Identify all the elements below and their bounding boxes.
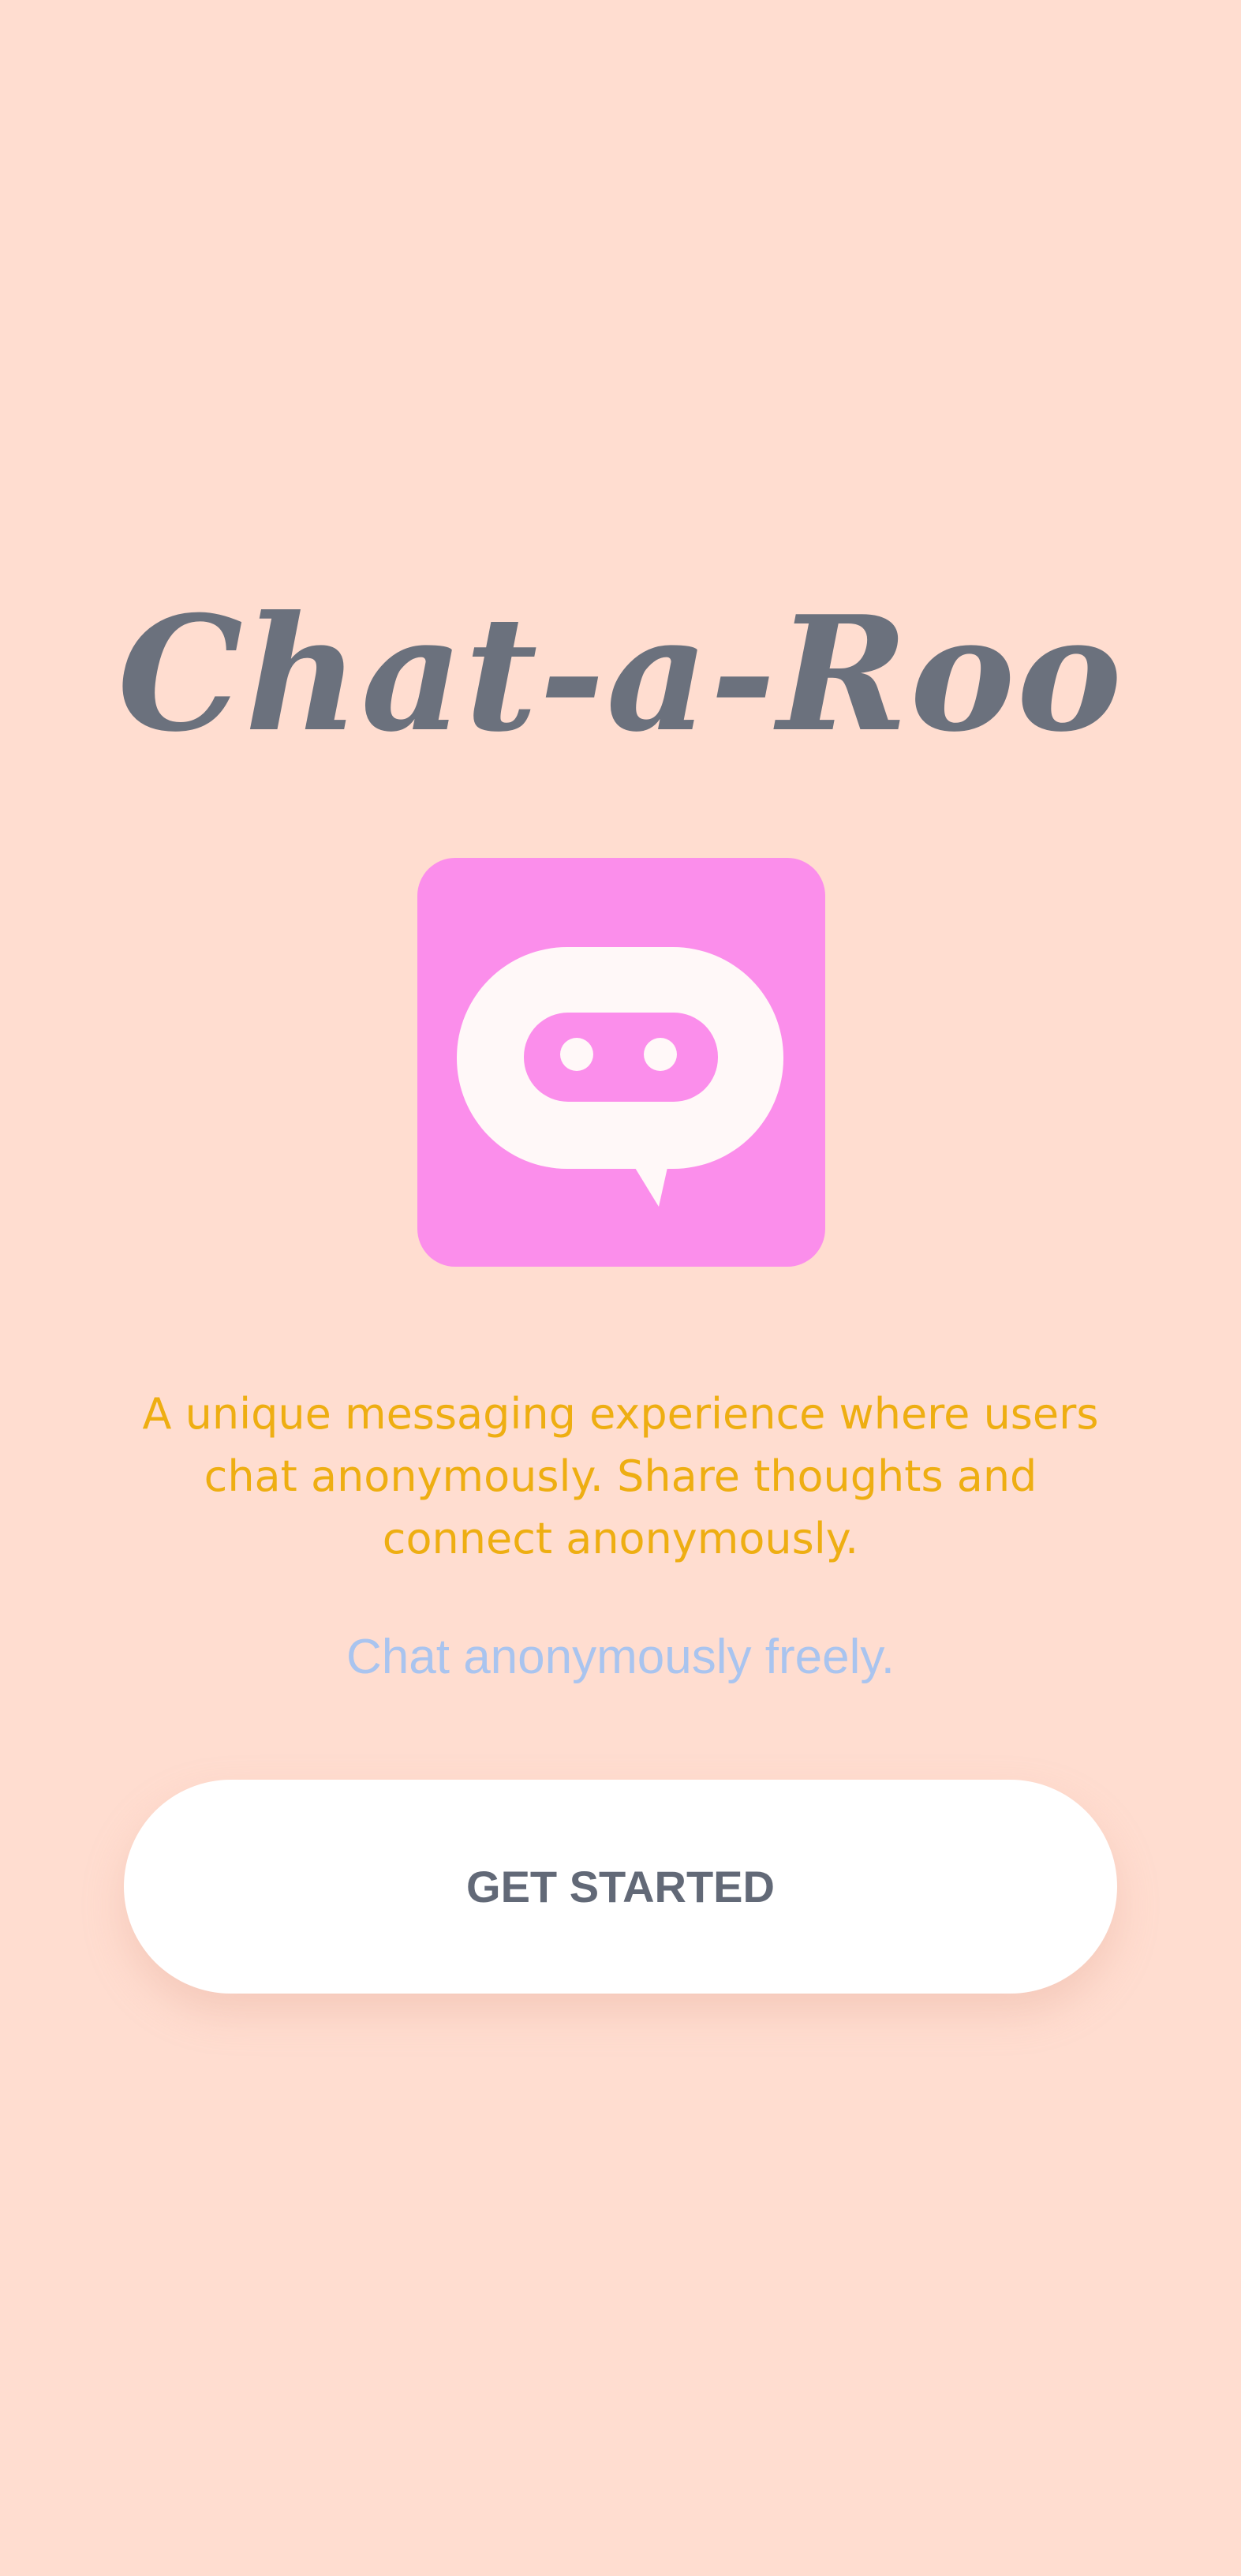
get-started-button[interactable]: GET STARTED xyxy=(124,1780,1117,1994)
app-logo xyxy=(417,858,825,1267)
app-title: Chat-a-Roo xyxy=(117,582,1124,767)
app-subtitle: Chat anonymously freely. xyxy=(346,1630,895,1684)
welcome-screen: Chat-a-Roo A unique messaging experience… xyxy=(0,0,1241,2576)
get-started-label: GET STARTED xyxy=(466,1862,775,1911)
robot-visor xyxy=(524,1013,718,1102)
app-tagline: A unique messaging experience where user… xyxy=(142,1389,1099,1563)
robot-eye-left xyxy=(560,1038,593,1071)
chat-bubble-robot-icon xyxy=(417,858,825,1267)
robot-eye-right xyxy=(644,1038,677,1071)
